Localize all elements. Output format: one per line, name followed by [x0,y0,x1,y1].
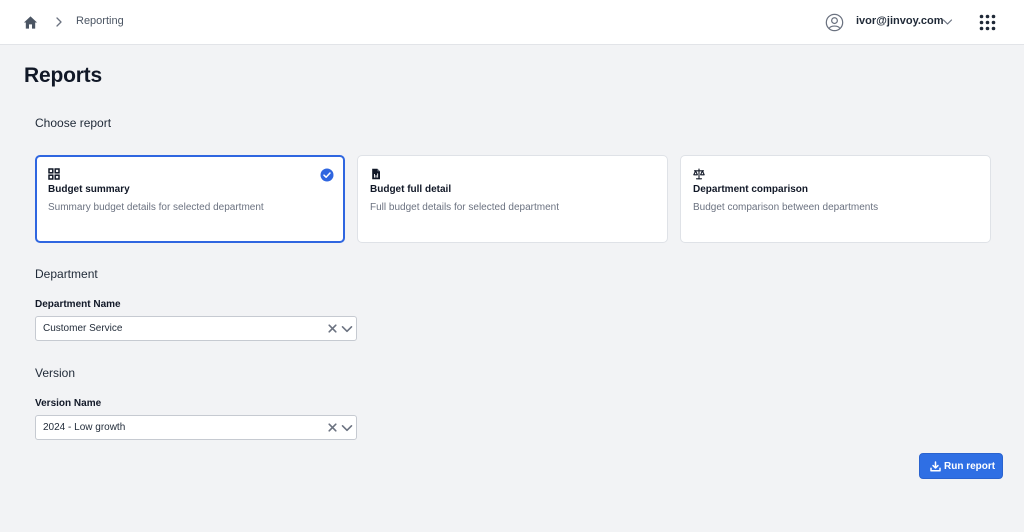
card-title: Budget full detail [370,184,452,195]
department-heading: Department [35,267,98,281]
card-description: Full budget details for selected departm… [370,202,559,213]
report-card-department-comparison[interactable]: Department comparison Budget comparison … [680,155,991,243]
chevron-down-icon[interactable] [341,323,353,335]
scale-icon [693,168,705,180]
department-name-value: Customer Service [43,323,123,334]
top-bar: Reporting ivor@jinvoy.com [0,0,1024,45]
breadcrumb-reporting[interactable]: Reporting [76,15,124,27]
check-circle-icon [320,168,334,182]
chevron-down-icon[interactable] [341,422,353,434]
card-description: Budget comparison between departments [693,202,879,213]
report-card-budget-full-detail[interactable]: Budget full detail Full budget details f… [357,155,668,243]
version-heading: Version [35,366,76,380]
department-name-select[interactable]: Customer Service [35,316,357,341]
run-report-button[interactable]: Run report [919,453,1003,479]
department-name-label: Department Name [35,299,121,310]
page-title: Reports [24,64,102,87]
user-circle-icon[interactable] [825,13,844,32]
document-icon [372,168,380,180]
clear-icon[interactable] [328,324,337,333]
download-icon [930,461,941,472]
grid-icon [48,168,60,180]
run-report-label: Run report [944,461,996,472]
card-description: Summary budget details for selected depa… [48,202,264,213]
apps-grid-icon[interactable] [979,14,996,31]
clear-icon[interactable] [328,423,337,432]
chevron-right-icon [56,17,62,27]
version-name-value: 2024 - Low growth [43,422,126,433]
choose-report-heading: Choose report [35,116,112,130]
user-email[interactable]: ivor@jinvoy.com [856,15,944,27]
version-name-select[interactable]: 2024 - Low growth [35,415,357,440]
card-title: Department comparison [693,184,809,195]
card-title: Budget summary [48,184,130,195]
report-card-budget-summary[interactable]: Budget summary Summary budget details fo… [35,155,345,243]
chevron-down-icon[interactable] [942,17,953,27]
home-icon[interactable] [23,15,38,30]
version-name-label: Version Name [35,398,102,409]
